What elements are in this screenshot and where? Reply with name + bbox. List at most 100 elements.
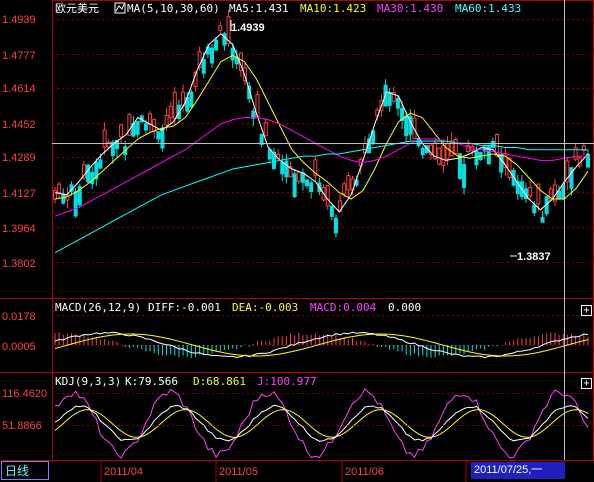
- candle-body: [395, 97, 400, 109]
- candle-body: [387, 92, 392, 106]
- kdj-j: J:100.977: [257, 375, 317, 388]
- candle-body: [263, 122, 268, 137]
- candle-body: [143, 123, 148, 131]
- candle-body: [325, 185, 330, 207]
- kdj-j-line: [54, 388, 589, 459]
- month-label: 2011/05: [219, 466, 258, 478]
- candle-body: [73, 191, 78, 217]
- candle-body: [507, 157, 512, 178]
- kdj-expand-button[interactable]: +: [581, 378, 592, 389]
- candle-body: [305, 179, 310, 187]
- candle-body: [164, 114, 169, 126]
- candle-body: [106, 141, 111, 148]
- kdj-gridlines: [52, 393, 594, 426]
- y-tick: 1.4452: [2, 119, 36, 131]
- candle-body: [474, 150, 479, 166]
- macd-expand-button[interactable]: +: [581, 305, 592, 316]
- candle-body: [135, 121, 140, 135]
- candle-body: [160, 128, 165, 149]
- candle-body: [57, 183, 62, 193]
- candle-body: [528, 186, 533, 197]
- time-axis: 2011/04 2011/05 2011/06: [100, 461, 467, 482]
- y-tick: 1.4939: [2, 14, 36, 26]
- candle-body: [214, 39, 219, 51]
- candle-body: [201, 58, 206, 74]
- candle-body: [490, 140, 495, 148]
- macd-lines: [54, 331, 589, 359]
- main-legend: 欧元美元 MA(5,10,30,60) MA5:1.431 MA10:1.423…: [55, 2, 521, 15]
- candle-body: [445, 143, 450, 160]
- low-marker: 1.3837: [510, 251, 551, 263]
- price-axis: 1.4939 1.4777 1.4614 1.4452 1.4289 1.412…: [2, 14, 36, 270]
- candle-body: [557, 190, 562, 200]
- ma-label: MA(5,10,30,60): [127, 2, 220, 15]
- macd-dea: DEA:-0.003: [232, 301, 298, 314]
- macd-value: MACD:0.004: [310, 301, 377, 314]
- candle-body: [532, 204, 537, 214]
- candle-body: [119, 124, 124, 138]
- ma10-value: MA10:1.423: [300, 2, 366, 15]
- ma5-value: MA5:1.431: [229, 2, 289, 15]
- candle-body: [296, 171, 301, 182]
- y-tick: 1.4614: [2, 83, 36, 95]
- month-label: 2011/06: [345, 466, 384, 478]
- candle-body: [189, 91, 194, 108]
- candle-body: [222, 33, 227, 46]
- kdj-label: KDJ(9,3,3): [55, 375, 121, 388]
- low-marker-label: 1.3837: [517, 251, 551, 263]
- candle-body: [453, 138, 458, 155]
- y-tick: 1.3802: [2, 258, 36, 270]
- y-tick: 1.4289: [2, 152, 36, 164]
- y-tick: 51.8866: [2, 420, 42, 432]
- macd-extra: 0.000: [388, 301, 421, 314]
- y-tick: 116.4620: [2, 388, 47, 400]
- ma60-value: MA60:1.433: [455, 2, 521, 15]
- candle-body: [284, 160, 289, 178]
- candle-body: [404, 115, 409, 137]
- kdj-k-line: [54, 404, 589, 442]
- symbol-title: 欧元美元: [55, 2, 99, 15]
- candle-body: [156, 131, 161, 140]
- candle-body: [437, 147, 442, 165]
- candle-body: [300, 172, 305, 183]
- candle-body: [462, 163, 467, 189]
- y-tick: 1.4777: [2, 50, 36, 62]
- candle-body: [346, 175, 351, 191]
- y-tick: 0.0178: [2, 311, 36, 323]
- candle-body: [172, 91, 177, 120]
- candle-body: [61, 193, 66, 204]
- candle-body: [342, 183, 347, 195]
- ma-line-ma5: [54, 33, 589, 213]
- price-chart[interactable]: 1.4939 1.3837 1.4939 1.4777 1.4614 1.445…: [0, 0, 594, 482]
- crosshair: [52, 0, 594, 460]
- candle-body: [53, 190, 57, 200]
- cursor-date-label: 2011/07/25,一: [471, 462, 565, 479]
- candle-body: [218, 25, 223, 32]
- macd-diff: DIFF:-0.001: [148, 301, 221, 314]
- candle-body: [420, 147, 425, 156]
- candle-body: [441, 145, 446, 166]
- candle-body: [86, 164, 91, 183]
- kdj-lines: [54, 388, 589, 459]
- candle-body: [210, 47, 215, 64]
- high-marker-label: 1.4939: [231, 22, 265, 34]
- month-label: 2011/04: [104, 466, 143, 478]
- kdj-legend: KDJ(9,3,3) K:79.566 D:68.861 J:100.977: [55, 375, 317, 388]
- candle-body: [292, 173, 297, 198]
- period-tab-daily[interactable]: 日线: [1, 461, 49, 480]
- kdj-d-line: [54, 409, 589, 438]
- high-marker: 1.4939: [230, 20, 265, 34]
- candle-body: [102, 129, 107, 148]
- candle-body: [230, 47, 235, 61]
- candle-body: [329, 205, 334, 217]
- macd-label: MACD(26,12,9): [55, 301, 141, 314]
- candle-body: [168, 105, 173, 118]
- macd-axis: 0.0178 0.0005: [2, 311, 36, 353]
- candle-body: [499, 154, 504, 173]
- kdj-axis: 116.4620 51.8866: [2, 388, 47, 432]
- candle-body: [98, 159, 103, 169]
- y-tick: 1.4127: [2, 188, 36, 200]
- kdj-d: D:68.861: [193, 375, 246, 388]
- y-tick: 1.3964: [2, 223, 36, 235]
- y-tick: 0.0005: [2, 341, 36, 353]
